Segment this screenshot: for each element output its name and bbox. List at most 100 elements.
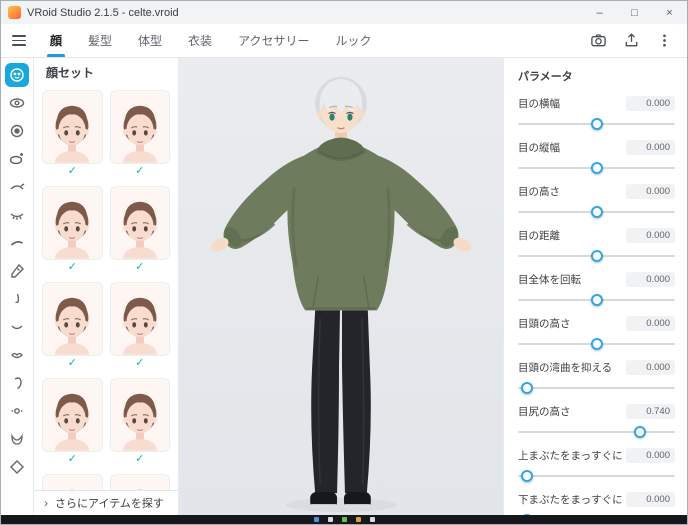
tool-eyebrow-icon[interactable] — [5, 231, 29, 255]
tool-eyeline-icon[interactable] — [5, 175, 29, 199]
tab-accessories[interactable]: アクセサリー — [225, 24, 322, 57]
param-slider[interactable] — [518, 381, 675, 394]
tool-nose-icon[interactable] — [5, 287, 29, 311]
face-preset-item[interactable]: ✓ — [110, 186, 171, 274]
find-more-items-button[interactable]: › さらにアイテムを探す — [34, 490, 178, 515]
slider-thumb[interactable] — [591, 294, 603, 306]
slider-thumb[interactable] — [591, 250, 603, 262]
slider-thumb[interactable] — [634, 426, 646, 438]
slider-thumb[interactable] — [521, 382, 533, 394]
slider-track[interactable] — [518, 431, 675, 433]
taskbar-icon[interactable] — [370, 517, 375, 522]
window-title: VRoid Studio 2.1.5 - celte.vroid — [27, 7, 179, 19]
param-value-box[interactable]: 0.000 — [626, 140, 675, 155]
param-label: 目頭の高さ — [518, 316, 571, 331]
tool-color-picker-icon[interactable] — [5, 259, 29, 283]
minimize-button[interactable]: – — [582, 1, 617, 24]
face-preset-item[interactable]: ✓ — [42, 90, 103, 178]
param-row: 下まぶたをまっすぐに 0.000 — [518, 492, 675, 515]
slider-thumb[interactable] — [591, 338, 603, 350]
checkmark-icon: ✓ — [110, 356, 171, 370]
param-value-box[interactable]: 0.000 — [626, 316, 675, 331]
face-preset-thumbnail — [110, 282, 171, 356]
camera-icon[interactable] — [590, 32, 607, 49]
param-row: 上まぶたをまっすぐに 0.000 — [518, 448, 675, 482]
param-value-box[interactable]: 0.740 — [626, 404, 675, 419]
param-slider[interactable] — [518, 293, 675, 306]
main-content: 顔セット — [1, 58, 687, 515]
slider-thumb[interactable] — [591, 162, 603, 174]
checkmark-icon: ✓ — [42, 452, 103, 466]
face-preset-item[interactable]: ✓ — [42, 378, 103, 466]
close-button[interactable]: × — [652, 1, 687, 24]
face-preset-item[interactable]: ✓ — [110, 282, 171, 370]
tool-mouth-icon[interactable] — [5, 315, 29, 339]
find-more-items-label: さらにアイテムを探す — [55, 495, 164, 511]
tab-hair[interactable]: 髪型 — [75, 24, 125, 57]
tool-cheek-icon[interactable] — [5, 399, 29, 423]
face-preset-item[interactable]: ✓ — [42, 186, 103, 274]
tool-extra-icon[interactable] — [5, 455, 29, 479]
slider-thumb[interactable] — [521, 514, 533, 516]
param-value-box[interactable]: 0.000 — [626, 228, 675, 243]
face-preset-item[interactable]: ✓ — [42, 282, 103, 370]
param-slider[interactable] — [518, 249, 675, 262]
slider-track[interactable] — [518, 475, 675, 477]
face-preset-item[interactable]: ✓ — [110, 474, 171, 490]
param-slider[interactable] — [518, 469, 675, 482]
window-controls: – □ × — [582, 1, 687, 24]
checkmark-icon: ✓ — [110, 260, 171, 274]
taskbar-icon[interactable] — [342, 517, 347, 522]
tab-outfit[interactable]: 衣装 — [175, 24, 225, 57]
export-icon[interactable] — [623, 32, 640, 49]
face-preset-thumbnail — [110, 378, 171, 452]
param-value-box[interactable]: 0.000 — [626, 448, 675, 463]
tool-beard-icon[interactable] — [5, 427, 29, 451]
param-row: 目の距離 0.000 — [518, 228, 675, 262]
face-preset-item[interactable]: ✓ — [110, 378, 171, 466]
tool-eyelash-icon[interactable] — [5, 203, 29, 227]
hamburger-menu-icon[interactable] — [1, 24, 37, 57]
navbar-actions — [590, 32, 687, 49]
taskbar-icon[interactable] — [328, 517, 333, 522]
model-viewport[interactable] — [179, 58, 503, 515]
maximize-button[interactable]: □ — [617, 1, 652, 24]
tab-body[interactable]: 体型 — [125, 24, 175, 57]
taskbar-icon[interactable] — [356, 517, 361, 522]
param-value-box[interactable]: 0.000 — [626, 492, 675, 507]
slider-thumb[interactable] — [591, 118, 603, 130]
slider-thumb[interactable] — [591, 206, 603, 218]
param-slider[interactable] — [518, 161, 675, 174]
slider-thumb[interactable] — [521, 470, 533, 482]
tool-eye-highlight-icon[interactable] — [5, 147, 29, 171]
param-slider[interactable] — [518, 205, 675, 218]
parameter-panel: パラメータ 目の横幅 0.000 目の縦幅 0.000 — [503, 58, 687, 515]
tool-face-set[interactable] — [5, 63, 29, 87]
face-preset-item[interactable]: ✓ — [110, 90, 171, 178]
param-row: 目尻の高さ 0.740 — [518, 404, 675, 438]
param-value-box[interactable]: 0.000 — [626, 96, 675, 111]
kebab-menu-icon[interactable] — [656, 32, 673, 49]
face-preset-item[interactable]: ✓ — [42, 474, 103, 490]
tool-iris-icon[interactable] — [5, 119, 29, 143]
param-value-box[interactable]: 0.000 — [626, 184, 675, 199]
param-label: 目の距離 — [518, 228, 560, 243]
param-label: 下まぶたをまっすぐに — [518, 492, 623, 507]
param-slider[interactable] — [518, 425, 675, 438]
param-label: 目の横幅 — [518, 96, 560, 111]
tool-lips-icon[interactable] — [5, 343, 29, 367]
taskbar-icon[interactable] — [314, 517, 319, 522]
param-value-box[interactable]: 0.000 — [626, 272, 675, 287]
taskbar[interactable] — [1, 515, 687, 524]
tool-eye-icon[interactable] — [5, 91, 29, 115]
face-preset-grid: ✓ ✓ ✓ ✓ ✓ — [34, 88, 178, 490]
param-slider[interactable] — [518, 337, 675, 350]
tool-ear-icon[interactable] — [5, 371, 29, 395]
tab-look[interactable]: ルック — [322, 24, 384, 57]
slider-track[interactable] — [518, 387, 675, 389]
param-slider[interactable] — [518, 117, 675, 130]
param-value-box[interactable]: 0.000 — [626, 360, 675, 375]
app-window: VRoid Studio 2.1.5 - celte.vroid – □ × 顔… — [0, 0, 688, 525]
param-slider[interactable] — [518, 513, 675, 515]
tab-face[interactable]: 顔 — [37, 24, 75, 57]
